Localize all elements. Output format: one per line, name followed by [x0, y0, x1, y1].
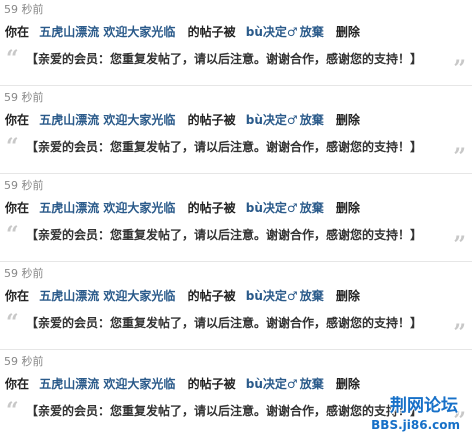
notice-item: 59 秒前 你在 五虎山漂流 欢迎大家光临 的帖子被 bù决定♂ 放棄 删除 “ …: [0, 176, 472, 262]
notice-prefix: 你在: [5, 377, 30, 391]
notice-time: 59 秒前: [4, 267, 44, 280]
notice-action: 删除: [335, 113, 360, 127]
notice-action-line: 你在 五虎山漂流 欢迎大家光临 的帖子被 bù决定♂ 放棄 删除: [5, 376, 366, 392]
notice-action-line: 你在 五虎山漂流 欢迎大家光临 的帖子被 bù决定♂ 放棄 删除: [5, 288, 366, 304]
notice-middle: 的帖子被: [187, 377, 236, 391]
notice-message: 【亲爱的会员：您重复发帖了，请以后注意。谢谢合作，感谢您的支持！】: [26, 228, 423, 242]
moderator-name: bù决定: [245, 201, 287, 215]
male-icon: ♂: [286, 377, 298, 391]
close-quote-icon: ”: [453, 232, 466, 258]
watermark-title: 荆网论坛: [390, 396, 458, 416]
moderator-suffix: 放棄: [299, 377, 324, 391]
watermark-url: BBS.ji86.com: [371, 418, 460, 432]
notice-item: 59 秒前 你在 五虎山漂流 欢迎大家光临 的帖子被 bù决定♂ 放棄 删除 “ …: [0, 0, 472, 86]
notice-action: 删除: [335, 289, 360, 303]
thread-link[interactable]: 五虎山漂流 欢迎大家光临: [39, 289, 175, 303]
moderator-suffix: 放棄: [299, 25, 324, 39]
notice-quote: “ 【亲爱的会员：您重复发帖了，请以后注意。谢谢合作，感谢您的支持！】 ”: [6, 46, 466, 80]
moderator-link[interactable]: bù决定♂ 放棄: [246, 113, 324, 127]
notice-action: 删除: [335, 377, 360, 391]
notice-item: 59 秒前 你在 五虎山漂流 欢迎大家光临 的帖子被 bù决定♂ 放棄 删除 “ …: [0, 88, 472, 174]
notice-time: 59 秒前: [4, 3, 44, 16]
notice-action-line: 你在 五虎山漂流 欢迎大家光临 的帖子被 bù决定♂ 放棄 删除: [5, 24, 366, 40]
moderator-name: bù决定: [245, 25, 287, 39]
male-icon: ♂: [286, 25, 298, 39]
male-icon: ♂: [286, 201, 298, 215]
thread-link[interactable]: 五虎山漂流 欢迎大家光临: [39, 201, 175, 215]
open-quote-icon: “: [6, 134, 19, 160]
notice-action-line: 你在 五虎山漂流 欢迎大家光临 的帖子被 bù决定♂ 放棄 删除: [5, 112, 366, 128]
site-watermark: 荆网论坛 BBS.ji86.com: [360, 396, 462, 436]
thread-link[interactable]: 五虎山漂流 欢迎大家光临: [39, 377, 175, 391]
notice-prefix: 你在: [5, 289, 30, 303]
moderator-name: bù决定: [245, 377, 287, 391]
notice-prefix: 你在: [5, 25, 30, 39]
thread-link[interactable]: 五虎山漂流 欢迎大家光临: [39, 25, 175, 39]
moderator-suffix: 放棄: [299, 289, 324, 303]
moderator-name: bù决定: [245, 289, 287, 303]
moderator-suffix: 放棄: [299, 113, 324, 127]
notice-prefix: 你在: [5, 201, 30, 215]
moderator-link[interactable]: bù决定♂ 放棄: [246, 377, 324, 391]
notice-prefix: 你在: [5, 113, 30, 127]
open-quote-icon: “: [6, 310, 19, 336]
notice-message: 【亲爱的会员：您重复发帖了，请以后注意。谢谢合作，感谢您的支持！】: [26, 140, 423, 154]
notice-message: 【亲爱的会员：您重复发帖了，请以后注意。谢谢合作，感谢您的支持！】: [26, 52, 423, 66]
moderator-suffix: 放棄: [299, 201, 324, 215]
notice-middle: 的帖子被: [187, 113, 236, 127]
male-icon: ♂: [286, 289, 298, 303]
notice-action: 删除: [335, 25, 360, 39]
close-quote-icon: ”: [453, 144, 466, 170]
notice-action: 删除: [335, 201, 360, 215]
male-icon: ♂: [286, 113, 298, 127]
notice-message: 【亲爱的会员：您重复发帖了，请以后注意。谢谢合作，感谢您的支持！】: [26, 316, 423, 330]
notice-time: 59 秒前: [4, 355, 44, 368]
notice-action-line: 你在 五虎山漂流 欢迎大家光临 的帖子被 bù决定♂ 放棄 删除: [5, 200, 366, 216]
notice-quote: “ 【亲爱的会员：您重复发帖了，请以后注意。谢谢合作，感谢您的支持！】 ”: [6, 222, 466, 256]
notice-item: 59 秒前 你在 五虎山漂流 欢迎大家光临 的帖子被 bù决定♂ 放棄 删除 “ …: [0, 264, 472, 350]
moderator-link[interactable]: bù决定♂ 放棄: [246, 289, 324, 303]
moderator-link[interactable]: bù决定♂ 放棄: [246, 25, 324, 39]
close-quote-icon: ”: [453, 320, 466, 346]
notice-middle: 的帖子被: [187, 25, 236, 39]
open-quote-icon: “: [6, 46, 19, 72]
open-quote-icon: “: [6, 222, 19, 248]
notice-time: 59 秒前: [4, 179, 44, 192]
notice-middle: 的帖子被: [187, 289, 236, 303]
close-quote-icon: ”: [453, 56, 466, 82]
notice-middle: 的帖子被: [187, 201, 236, 215]
moderator-name: bù决定: [245, 113, 287, 127]
notice-quote: “ 【亲爱的会员：您重复发帖了，请以后注意。谢谢合作，感谢您的支持！】 ”: [6, 134, 466, 168]
thread-link[interactable]: 五虎山漂流 欢迎大家光临: [39, 113, 175, 127]
moderator-link[interactable]: bù决定♂ 放棄: [246, 201, 324, 215]
open-quote-icon: “: [6, 398, 19, 424]
notice-quote: “ 【亲爱的会员：您重复发帖了，请以后注意。谢谢合作，感谢您的支持！】 ”: [6, 310, 466, 344]
notice-time: 59 秒前: [4, 91, 44, 104]
